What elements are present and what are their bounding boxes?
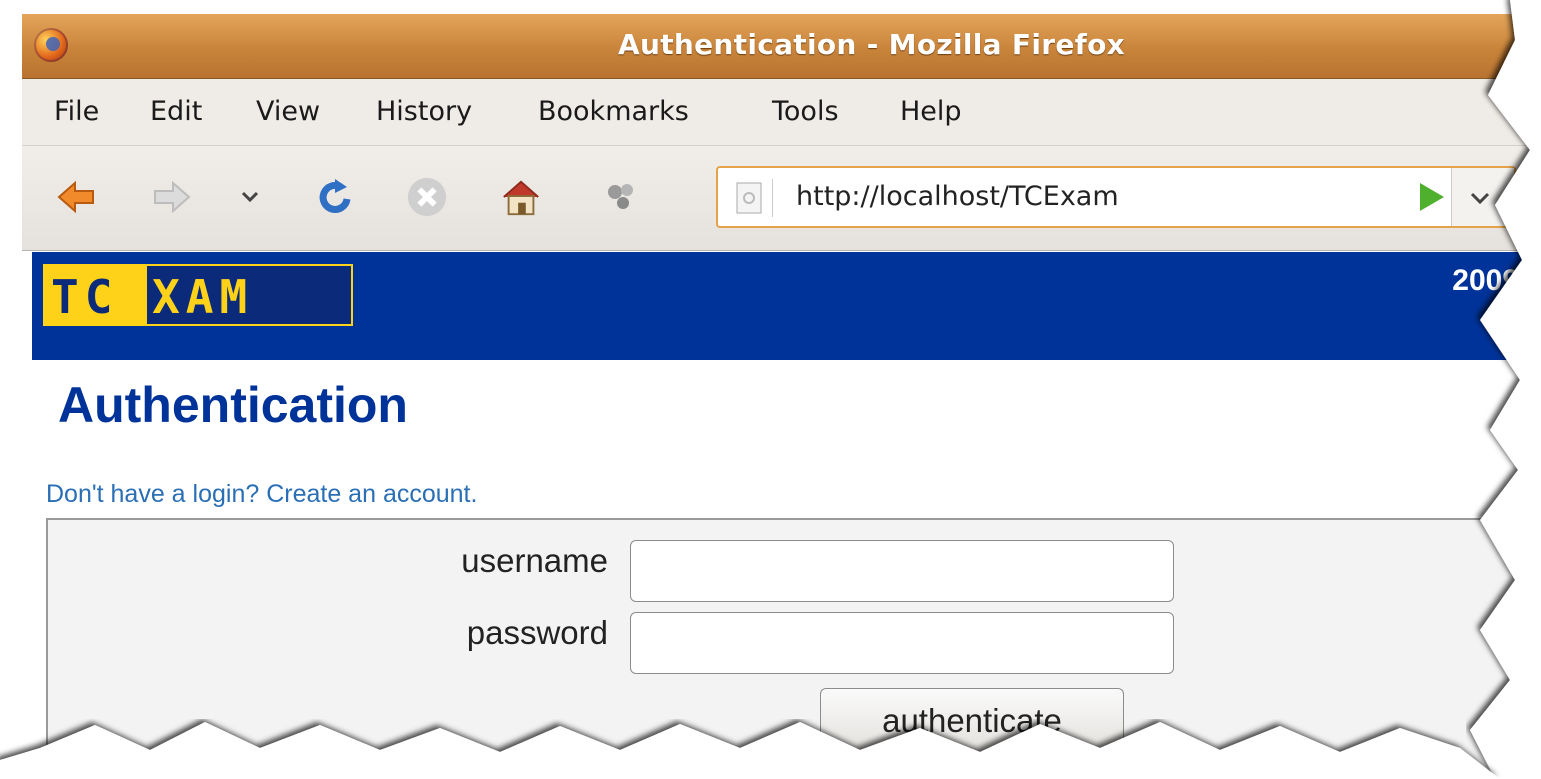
extension-icon[interactable]	[600, 176, 642, 218]
menu-tools[interactable]: Tools	[772, 96, 839, 127]
username-field[interactable]	[630, 540, 1174, 602]
go-icon[interactable]	[1420, 183, 1444, 211]
menu-bookmarks[interactable]: Bookmarks	[538, 96, 689, 127]
url-text[interactable]: http://localhost/TCExam	[796, 181, 1119, 212]
window-title: Authentication - Mozilla Firefox	[617, 28, 1126, 61]
password-label: password	[466, 614, 608, 651]
authenticate-button[interactable]: authenticate	[820, 688, 1124, 754]
back-icon[interactable]	[56, 176, 98, 218]
menu-edit[interactable]: Edit	[150, 96, 202, 127]
logo-part1: TC	[51, 270, 119, 324]
history-dropdown-icon[interactable]	[238, 176, 262, 218]
username-label: username	[461, 542, 608, 579]
page-title: Authentication	[58, 377, 408, 433]
menu-bar: File Edit View History Bookmarks Tools H…	[22, 79, 1541, 146]
navigation-toolbar: http://localhost/TCExam	[22, 146, 1541, 251]
title-bar: Authentication - Mozilla Firefox	[22, 14, 1541, 79]
stop-icon[interactable]	[406, 176, 448, 218]
header-date: 2009-	[1452, 264, 1529, 297]
forward-icon[interactable]	[150, 176, 192, 218]
logo-text: TCEXAM	[51, 270, 253, 324]
site-header: TCEXAM 2009-	[32, 252, 1541, 360]
reload-icon[interactable]	[314, 176, 356, 218]
url-dropdown-icon[interactable]	[1451, 168, 1514, 226]
home-icon[interactable]	[500, 176, 542, 218]
logo-part2: EXAM	[118, 270, 254, 324]
menu-file[interactable]: File	[54, 96, 99, 127]
password-field[interactable]	[630, 612, 1174, 674]
page-favicon-icon	[728, 179, 773, 217]
menu-help[interactable]: Help	[900, 96, 962, 127]
menu-view[interactable]: View	[256, 96, 320, 127]
browser-window: Authentication - Mozilla Firefox File Ed…	[22, 14, 1541, 779]
login-form: username password authenticate	[46, 518, 1541, 779]
create-account-link[interactable]: Don't have a login? Create an account.	[46, 480, 477, 509]
address-bar[interactable]: http://localhost/TCExam	[716, 166, 1516, 228]
menu-history[interactable]: History	[376, 96, 472, 127]
tcexam-logo[interactable]: TCEXAM	[43, 264, 353, 326]
